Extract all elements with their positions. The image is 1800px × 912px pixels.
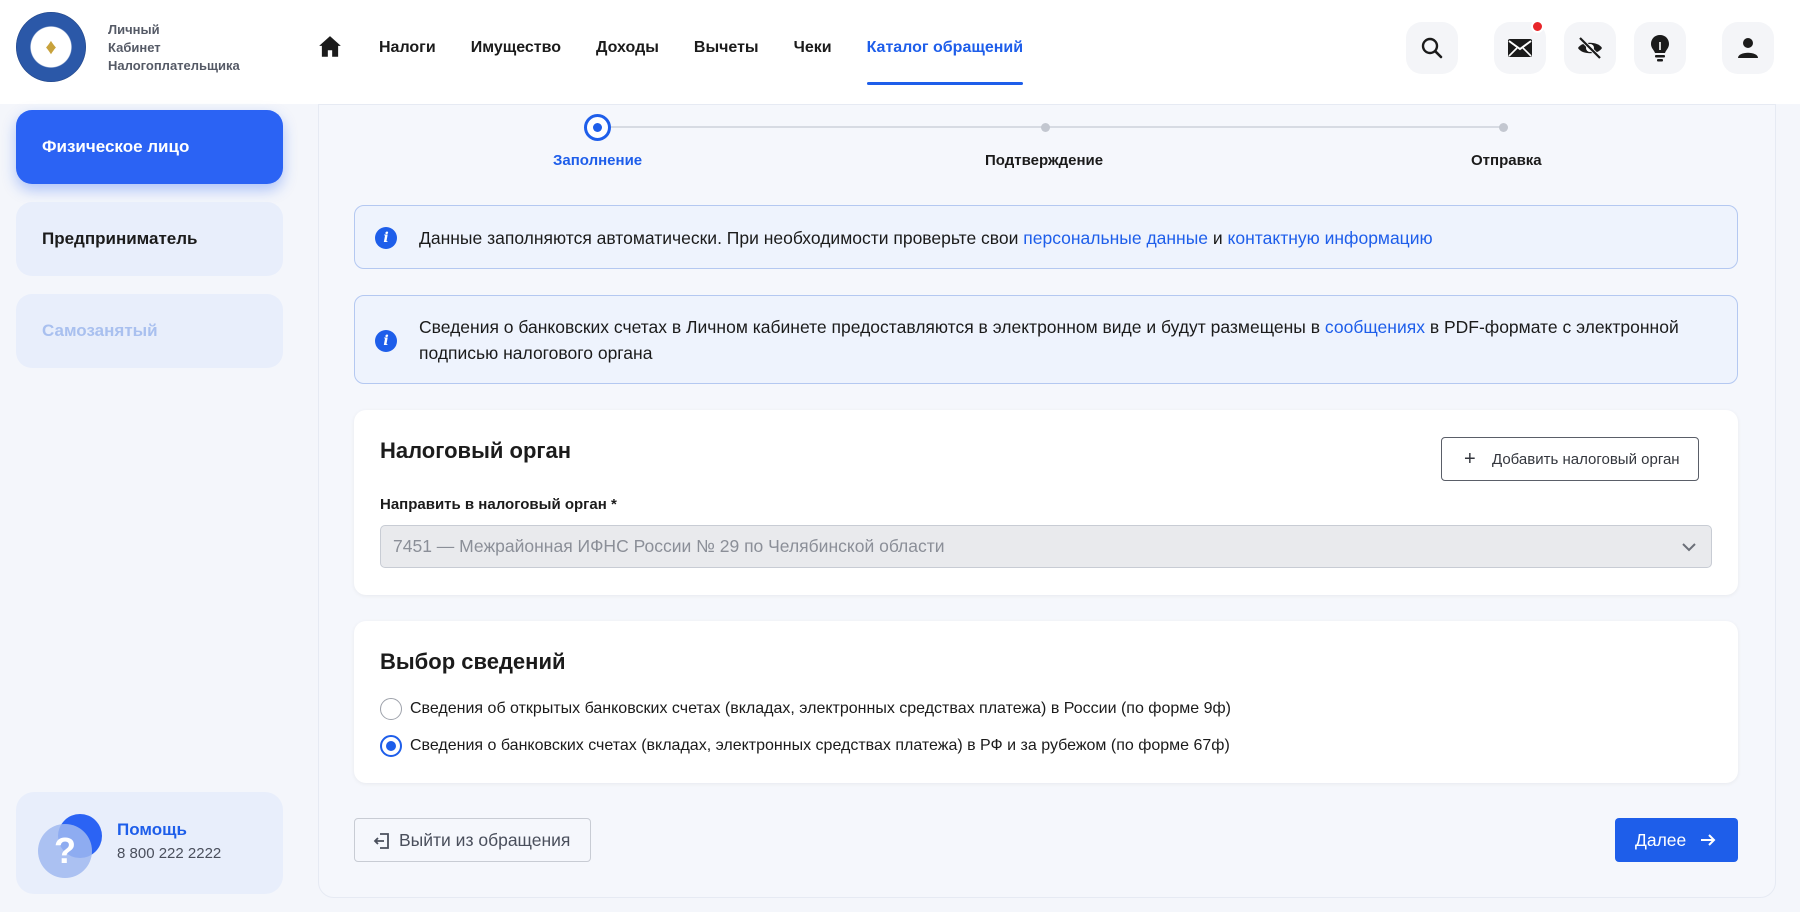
- home-icon[interactable]: [317, 34, 343, 60]
- info-text: Данные заполняются автоматически. При не…: [419, 228, 1024, 248]
- info-choice-title: Выбор сведений: [380, 649, 566, 674]
- info-icon: i: [375, 330, 397, 352]
- tax-office-field-label: Направить в налоговый орган *: [380, 496, 617, 513]
- logo-line: Личный: [108, 22, 160, 37]
- tips-button[interactable]: [1634, 22, 1686, 74]
- eye-off-icon: [1578, 36, 1602, 60]
- step-label-filling: Заполнение: [553, 152, 643, 169]
- exit-request-button[interactable]: Выйти из обращения: [354, 818, 591, 862]
- nav-receipts[interactable]: Чеки: [794, 0, 832, 96]
- info-banner-bank-accounts: i Сведения о банковских счетах в Личном …: [354, 295, 1738, 384]
- nav-deductions[interactable]: Вычеты: [694, 0, 759, 96]
- step-dot-active: [584, 114, 611, 141]
- stepper-line: [598, 126, 1044, 128]
- help-icon: ?: [36, 814, 102, 878]
- arrow-right-icon: [1701, 834, 1716, 846]
- logo-line: Налогоплательщика: [108, 58, 240, 73]
- nav-taxes[interactable]: Налоги: [379, 0, 436, 96]
- help-title: Помощь: [117, 820, 187, 839]
- contact-info-link[interactable]: контактную информацию: [1228, 228, 1433, 248]
- tax-office-selected-value: 7451 — Межрайонная ИФНС России № 29 по Ч…: [393, 536, 945, 556]
- next-button[interactable]: Далее: [1615, 818, 1738, 862]
- info-banner-autofill: i Данные заполняются автоматически. При …: [354, 205, 1738, 269]
- sidebar-item-self-employed[interactable]: Самозанятый: [16, 294, 283, 368]
- personal-data-link[interactable]: персональные данные: [1023, 228, 1208, 248]
- radio-button[interactable]: [380, 698, 402, 720]
- info-banner-text: Данные заполняются автоматически. При не…: [419, 225, 1707, 251]
- hide-data-button[interactable]: [1564, 22, 1616, 74]
- add-tax-office-button[interactable]: + Добавить налоговый орган: [1441, 437, 1699, 481]
- radio-option-label: Сведения об открытых банковских счетах (…: [410, 700, 1231, 717]
- info-text: Сведения о банковских счетах в Личном ка…: [419, 317, 1325, 337]
- tax-office-select[interactable]: 7451 — Межрайонная ИФНС России № 29 по Ч…: [380, 525, 1712, 568]
- logo-line: Кабинет: [108, 40, 161, 55]
- fns-emblem-logo[interactable]: ♦: [16, 12, 86, 82]
- search-icon: [1421, 37, 1443, 59]
- nav-income[interactable]: Доходы: [596, 0, 659, 96]
- logo-text[interactable]: Личный Кабинет Налогоплательщика: [108, 21, 258, 75]
- tax-office-card: Налоговый орган + Добавить налоговый орг…: [354, 410, 1738, 595]
- radio-option-label: Сведения о банковских счетах (вкладах, э…: [410, 737, 1230, 754]
- radio-button-checked[interactable]: [380, 735, 402, 757]
- help-card[interactable]: ? Помощь 8 800 222 2222: [16, 792, 283, 894]
- radio-option-form-67f[interactable]: Сведения о банковских счетах (вкладах, э…: [380, 735, 1230, 757]
- messages-button[interactable]: [1494, 20, 1546, 74]
- plus-icon: +: [1464, 448, 1476, 470]
- profile-button[interactable]: [1722, 22, 1774, 74]
- mail-icon: [1508, 39, 1532, 57]
- messages-link[interactable]: сообщениях: [1325, 317, 1425, 337]
- header: ♦ Личный Кабинет Налогоплательщика Налог…: [0, 0, 1800, 104]
- nav-property[interactable]: Имущество: [471, 0, 561, 96]
- nav-request-catalog[interactable]: Каталог обращений: [866, 0, 1023, 96]
- main-nav: Налоги Имущество Доходы Вычеты Чеки Ката…: [379, 0, 1058, 96]
- radio-option-form-9f[interactable]: Сведения об открытых банковских счетах (…: [380, 698, 1231, 720]
- step-label-confirmation: Подтверждение: [985, 152, 1104, 169]
- lightbulb-icon: [1651, 35, 1669, 62]
- info-banner-text: Сведения о банковских счетах в Личном ка…: [419, 314, 1707, 366]
- step-dot: [1041, 123, 1050, 132]
- stepper-line: [1046, 126, 1503, 128]
- search-button[interactable]: [1406, 22, 1458, 74]
- info-text: и: [1208, 228, 1228, 248]
- add-tax-office-label: Добавить налоговый орган: [1492, 450, 1680, 468]
- notification-dot: [1531, 20, 1544, 33]
- info-choice-card: Выбор сведений Сведения об открытых банк…: [354, 621, 1738, 783]
- eagle-icon: ♦: [34, 30, 68, 64]
- exit-icon: [373, 833, 389, 849]
- exit-request-label: Выйти из обращения: [399, 829, 571, 850]
- step-label-sending: Отправка: [1471, 152, 1542, 169]
- sidebar-item-entrepreneur[interactable]: Предприниматель: [16, 202, 283, 276]
- help-phone[interactable]: 8 800 222 2222: [117, 845, 221, 862]
- step-dot: [1499, 123, 1508, 132]
- info-icon: i: [375, 227, 397, 249]
- next-label: Далее: [1635, 829, 1687, 850]
- sidebar-item-individual[interactable]: Физическое лицо: [16, 110, 283, 184]
- user-icon: [1738, 38, 1758, 58]
- tax-office-title: Налоговый орган: [380, 438, 572, 463]
- chevron-down-icon: [1682, 543, 1696, 552]
